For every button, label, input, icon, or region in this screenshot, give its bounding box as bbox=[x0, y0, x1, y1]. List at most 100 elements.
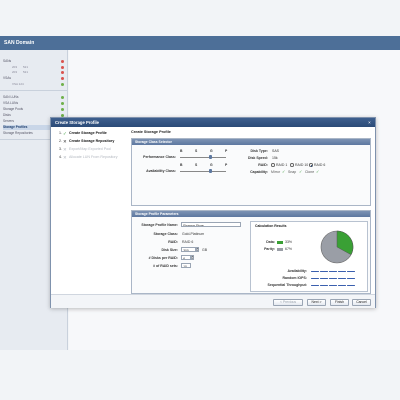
availability-class-label: Availability Class: bbox=[146, 169, 176, 173]
raid-radio[interactable] bbox=[309, 163, 313, 167]
data-parity-pie bbox=[320, 230, 354, 264]
disk-size-input[interactable]: 300 bbox=[181, 247, 196, 252]
sidebar-item-label: SANs bbox=[3, 59, 12, 63]
availability-result-label: Availability: bbox=[287, 269, 307, 273]
parity-label: Parity: bbox=[264, 247, 275, 251]
capability-label: Capability: bbox=[250, 170, 268, 174]
slider-tick-label: P bbox=[225, 163, 228, 167]
step-index: 4. bbox=[59, 155, 62, 159]
wizard-step[interactable]: 2. ✕ Create Storage Repository bbox=[59, 139, 125, 145]
raid-option-label: RAID 10 bbox=[295, 163, 309, 167]
sidebar-item-count: 203 bbox=[12, 65, 18, 69]
rating-segment bbox=[329, 284, 337, 287]
sidebar-item-count: VSA 124 bbox=[12, 82, 24, 86]
wizard-content: Create Storage Profile Storage Class Sel… bbox=[131, 130, 371, 294]
rating-segment bbox=[311, 277, 319, 280]
performance-class-label: Performance Class: bbox=[143, 155, 176, 159]
disks-per-raid-spinner[interactable]: ▴ ▾ bbox=[191, 255, 194, 260]
checkmark-icon: ✓ bbox=[316, 169, 320, 175]
status-dot-icon bbox=[61, 96, 64, 99]
checkmark-icon: ✓ bbox=[299, 169, 303, 175]
sidebar-item[interactable]: SAN LUNs bbox=[3, 95, 65, 100]
dialog-footer: < Previous Next > Finish Cancel bbox=[51, 294, 375, 308]
raid-radio[interactable] bbox=[290, 163, 294, 167]
status-dot-icon bbox=[61, 77, 64, 80]
raid-param-label: RAID: bbox=[168, 240, 178, 244]
step-index: 1. bbox=[59, 131, 62, 135]
sidebar-item[interactable]: VSA 124 bbox=[3, 82, 65, 87]
sidebar-item-label: Disks bbox=[3, 113, 11, 117]
wizard-step: 3. ✕ Export/Map Exported Pool bbox=[59, 147, 125, 153]
sidebar-divider bbox=[0, 90, 68, 91]
disk-speed-value: 15k bbox=[272, 156, 278, 160]
sidebar-item-label: Servers bbox=[3, 119, 14, 123]
step-label: Create Storage Repository bbox=[69, 139, 115, 143]
sidebar-item[interactable]: 203 521 bbox=[3, 70, 65, 75]
x-mark-icon: ✕ bbox=[63, 138, 67, 144]
rating-segment bbox=[329, 277, 337, 280]
step-label: Create Storage Profile bbox=[69, 131, 107, 135]
app-title: SAN Domain bbox=[0, 36, 400, 50]
availability-slider-thumb[interactable] bbox=[208, 169, 212, 173]
rating-segment bbox=[329, 270, 337, 273]
disk-size-unit: GB bbox=[202, 248, 208, 252]
sidebar-item-label: VSAs bbox=[3, 76, 11, 80]
sidebar-item-label: VSA LUNs bbox=[3, 101, 19, 105]
step-label: Export/Map Exported Pool bbox=[69, 147, 111, 151]
cancel-button[interactable]: Cancel bbox=[352, 299, 371, 306]
status-dot-icon bbox=[61, 102, 64, 105]
rating-segment bbox=[320, 277, 328, 280]
random-iops-rating-bar bbox=[311, 277, 361, 280]
availability-rating-bar bbox=[311, 270, 361, 273]
sidebar-item-count: 521 bbox=[23, 70, 29, 74]
close-icon[interactable]: × bbox=[367, 120, 372, 125]
status-dot-icon bbox=[61, 83, 64, 86]
calculation-results-box: Calculation Results Data: 33% Parity: 67… bbox=[250, 221, 368, 292]
random-iops-label: Random IOPS: bbox=[282, 276, 307, 280]
performance-slider-track[interactable] bbox=[180, 157, 226, 158]
storage-class-value: Gold-Platinum bbox=[182, 232, 205, 236]
storage-class-label: Storage Class: bbox=[153, 232, 178, 236]
rating-segment bbox=[338, 277, 346, 280]
wizard-step: 4. ✕ Allocate LUN From Repository bbox=[59, 155, 125, 161]
sidebar-item[interactable]: VSAs bbox=[3, 76, 65, 81]
next-button[interactable]: Next > bbox=[307, 299, 326, 306]
dialog-title: Create Storage Profile bbox=[51, 118, 375, 127]
raid-radio-group: RAID 1 RAID 10 RAID 6 bbox=[271, 163, 371, 168]
sidebar-item[interactable]: SANs bbox=[3, 59, 65, 64]
profile-name-input[interactable]: Finance Store bbox=[181, 222, 241, 227]
availability-tick-labels: BSGP bbox=[180, 163, 240, 168]
raid-label: RAID: bbox=[258, 163, 268, 167]
slider-tick-label: B bbox=[180, 163, 183, 167]
sidebar-item[interactable]: Storage Pools bbox=[3, 107, 65, 112]
slider-tick-label: G bbox=[210, 149, 213, 153]
rating-segment bbox=[320, 284, 328, 287]
previous-button[interactable]: < Previous bbox=[273, 299, 303, 306]
rating-segment bbox=[347, 277, 355, 280]
calculation-results-title: Calculation Results bbox=[255, 224, 287, 228]
sidebar-item-label: Storage Pools bbox=[3, 107, 24, 111]
disk-size-spinner[interactable]: ▴ ▾ bbox=[196, 247, 199, 252]
raid-radio[interactable] bbox=[271, 163, 275, 167]
status-dot-icon bbox=[61, 66, 64, 69]
wizard-step[interactable]: 1. ✓ Create Storage Profile bbox=[59, 131, 125, 137]
capability-label: Snap bbox=[288, 170, 297, 174]
availability-slider-track[interactable] bbox=[180, 171, 226, 172]
raid-sets-label: # of RAID sets: bbox=[153, 264, 178, 268]
finish-button[interactable]: Finish bbox=[330, 299, 349, 306]
sidebar-item-label: Storage Profiles bbox=[3, 125, 28, 129]
data-label: Data: bbox=[266, 240, 275, 244]
raid-sets-input[interactable]: 10 bbox=[181, 263, 191, 268]
status-dot-icon bbox=[61, 60, 64, 63]
sidebar-item[interactable]: VSA LUNs bbox=[3, 101, 65, 106]
x-mark-icon: ✕ bbox=[63, 146, 67, 152]
storage-profile-parameters-panel: Storage Profile Parameters Storage Profi… bbox=[131, 210, 371, 294]
sequential-throughput-label: Sequential Throughput: bbox=[267, 283, 307, 287]
parity-color-swatch bbox=[277, 247, 283, 251]
sidebar-item-label: Storage Repositories bbox=[3, 131, 33, 135]
disks-per-raid-input[interactable]: 6 bbox=[181, 255, 191, 260]
raid-param-value: RAID 6 bbox=[182, 240, 194, 244]
performance-slider-thumb[interactable] bbox=[208, 155, 212, 159]
disks-per-raid-label: # Disks per RAID: bbox=[148, 256, 178, 260]
capability-label: Mirror bbox=[271, 170, 281, 174]
